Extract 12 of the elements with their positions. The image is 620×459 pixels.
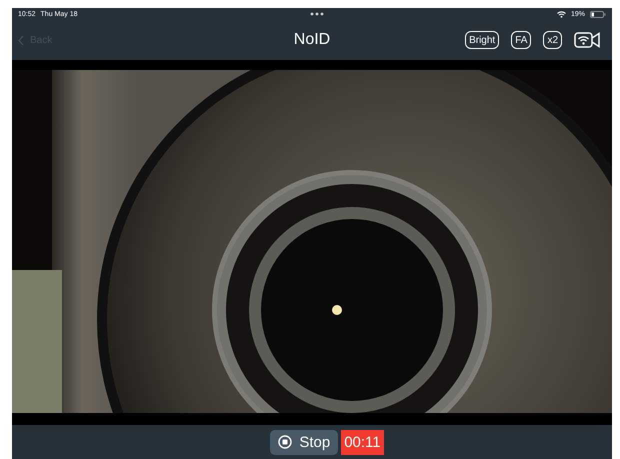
stop-button[interactable]: Stop [270, 430, 338, 454]
stop-icon [278, 435, 292, 449]
chevron-left-icon [18, 34, 24, 46]
wifi-camera-icon[interactable] [574, 32, 600, 48]
page-title: NoID [294, 31, 330, 49]
toggle-button[interactable]: Bright [465, 31, 500, 49]
toggle-button[interactable]: x2 [543, 31, 562, 49]
more-dots-icon [310, 12, 324, 16]
battery-icon [590, 10, 606, 18]
wifi-icon [556, 10, 566, 18]
recording-timer: 00:11 [341, 430, 384, 454]
toggle-button[interactable]: FA [511, 31, 532, 49]
